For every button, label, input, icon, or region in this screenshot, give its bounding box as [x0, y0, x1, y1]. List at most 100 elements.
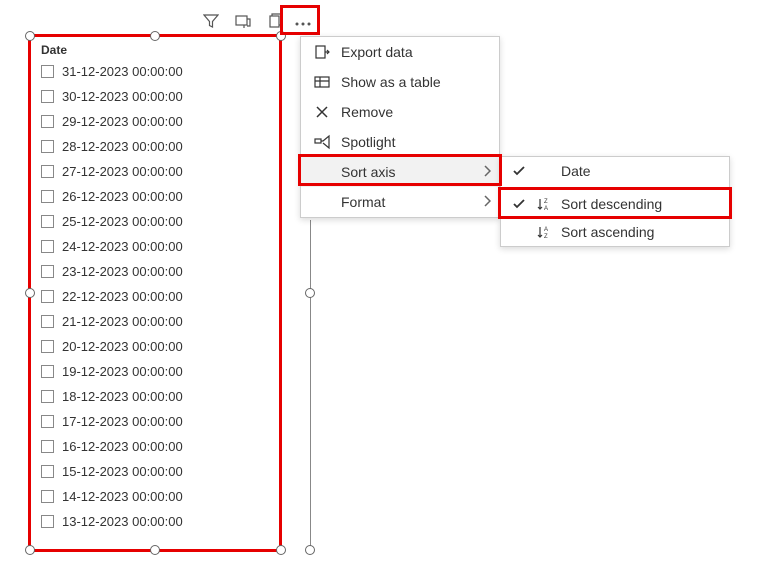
item-label: 27-12-2023 00:00:00: [62, 164, 183, 179]
checkbox-icon[interactable]: [41, 190, 54, 203]
checkbox-icon[interactable]: [41, 390, 54, 403]
list-item[interactable]: 19-12-2023 00:00:00: [41, 359, 269, 384]
table-icon: [313, 73, 331, 91]
item-label: 15-12-2023 00:00:00: [62, 464, 183, 479]
selection-line: [310, 220, 311, 550]
checkbox-icon[interactable]: [41, 415, 54, 428]
divider: [501, 187, 729, 188]
item-label: 18-12-2023 00:00:00: [62, 389, 183, 404]
spotlight-icon: [313, 133, 331, 151]
list-item[interactable]: 21-12-2023 00:00:00: [41, 309, 269, 334]
list-item[interactable]: 14-12-2023 00:00:00: [41, 484, 269, 509]
list-item[interactable]: 20-12-2023 00:00:00: [41, 334, 269, 359]
svg-text:A: A: [544, 227, 548, 233]
svg-text:Z: Z: [544, 199, 548, 205]
menu-spotlight[interactable]: Spotlight: [301, 127, 499, 157]
item-label: 16-12-2023 00:00:00: [62, 439, 183, 454]
sort-desc-icon: ZA: [535, 197, 553, 211]
slicer-list: 31-12-2023 00:00:00 30-12-2023 00:00:00 …: [31, 59, 279, 534]
remove-icon: [313, 103, 331, 121]
submenu-label: Date: [561, 163, 591, 179]
item-label: 20-12-2023 00:00:00: [62, 339, 183, 354]
list-item[interactable]: 18-12-2023 00:00:00: [41, 384, 269, 409]
submenu-date[interactable]: Date: [501, 157, 729, 185]
item-label: 31-12-2023 00:00:00: [62, 64, 183, 79]
menu-show-table[interactable]: Show as a table: [301, 67, 499, 97]
checkbox-icon[interactable]: [41, 490, 54, 503]
item-label: 29-12-2023 00:00:00: [62, 114, 183, 129]
list-item[interactable]: 22-12-2023 00:00:00: [41, 284, 269, 309]
checkbox-icon[interactable]: [41, 115, 54, 128]
more-options-highlight: [280, 5, 320, 35]
slicer-visual: Date 31-12-2023 00:00:00 30-12-2023 00:0…: [30, 36, 280, 550]
filter-icon[interactable]: [200, 10, 222, 32]
submenu-sort-desc[interactable]: ZA Sort descending: [501, 190, 729, 218]
list-item[interactable]: 23-12-2023 00:00:00: [41, 259, 269, 284]
checkbox-icon[interactable]: [41, 215, 54, 228]
menu-export-data[interactable]: Export data: [301, 37, 499, 67]
list-item[interactable]: 24-12-2023 00:00:00: [41, 234, 269, 259]
item-label: 28-12-2023 00:00:00: [62, 139, 183, 154]
submenu-label: Sort ascending: [561, 224, 654, 240]
menu-format[interactable]: Format: [301, 187, 499, 217]
checkbox-icon[interactable]: [41, 465, 54, 478]
checkbox-icon[interactable]: [41, 65, 54, 78]
list-item[interactable]: 30-12-2023 00:00:00: [41, 84, 269, 109]
visual-toolbar: [200, 10, 286, 32]
list-item[interactable]: 28-12-2023 00:00:00: [41, 134, 269, 159]
menu-label: Spotlight: [341, 134, 395, 150]
checkbox-icon[interactable]: [41, 165, 54, 178]
checkbox-icon[interactable]: [41, 265, 54, 278]
menu-sort-axis[interactable]: Sort axis: [301, 157, 499, 187]
submenu-sort-asc[interactable]: AZ Sort ascending: [501, 218, 729, 246]
resize-handle[interactable]: [25, 31, 35, 41]
checkbox-icon[interactable]: [41, 340, 54, 353]
item-label: 17-12-2023 00:00:00: [62, 414, 183, 429]
resize-handle[interactable]: [25, 545, 35, 555]
list-item[interactable]: 17-12-2023 00:00:00: [41, 409, 269, 434]
list-item[interactable]: 31-12-2023 00:00:00: [41, 59, 269, 84]
list-item[interactable]: 13-12-2023 00:00:00: [41, 509, 269, 534]
list-item[interactable]: 25-12-2023 00:00:00: [41, 209, 269, 234]
list-item[interactable]: 26-12-2023 00:00:00: [41, 184, 269, 209]
resize-handle[interactable]: [25, 288, 35, 298]
menu-label: Show as a table: [341, 74, 441, 90]
resize-handle[interactable]: [305, 545, 315, 555]
checkbox-icon[interactable]: [41, 515, 54, 528]
checkbox-icon[interactable]: [41, 365, 54, 378]
item-label: 26-12-2023 00:00:00: [62, 189, 183, 204]
focus-mode-icon[interactable]: [232, 10, 254, 32]
resize-handle[interactable]: [150, 545, 160, 555]
check-icon: [511, 166, 527, 176]
item-label: 25-12-2023 00:00:00: [62, 214, 183, 229]
checkbox-icon[interactable]: [41, 90, 54, 103]
list-item[interactable]: 29-12-2023 00:00:00: [41, 109, 269, 134]
checkbox-icon[interactable]: [41, 290, 54, 303]
resize-handle[interactable]: [150, 31, 160, 41]
checkbox-icon[interactable]: [41, 440, 54, 453]
list-item[interactable]: 16-12-2023 00:00:00: [41, 434, 269, 459]
list-item[interactable]: 27-12-2023 00:00:00: [41, 159, 269, 184]
checkbox-icon[interactable]: [41, 240, 54, 253]
sort-asc-icon: AZ: [535, 225, 553, 239]
checkbox-icon[interactable]: [41, 315, 54, 328]
context-menu: Export data Show as a table Remove Spotl…: [300, 36, 500, 218]
svg-text:A: A: [544, 206, 548, 211]
svg-text:Z: Z: [544, 234, 548, 239]
menu-remove[interactable]: Remove: [301, 97, 499, 127]
blank-icon: [313, 163, 331, 181]
resize-handle[interactable]: [276, 545, 286, 555]
item-label: 23-12-2023 00:00:00: [62, 264, 183, 279]
item-label: 13-12-2023 00:00:00: [62, 514, 183, 529]
check-icon: [511, 199, 527, 209]
resize-handle[interactable]: [305, 288, 315, 298]
menu-label: Sort axis: [341, 164, 395, 180]
list-item[interactable]: 15-12-2023 00:00:00: [41, 459, 269, 484]
menu-label: Export data: [341, 44, 413, 60]
blank-icon: [313, 193, 331, 211]
item-label: 24-12-2023 00:00:00: [62, 239, 183, 254]
chevron-right-icon: [483, 194, 491, 210]
checkbox-icon[interactable]: [41, 140, 54, 153]
menu-label: Remove: [341, 104, 393, 120]
menu-label: Format: [341, 194, 385, 210]
